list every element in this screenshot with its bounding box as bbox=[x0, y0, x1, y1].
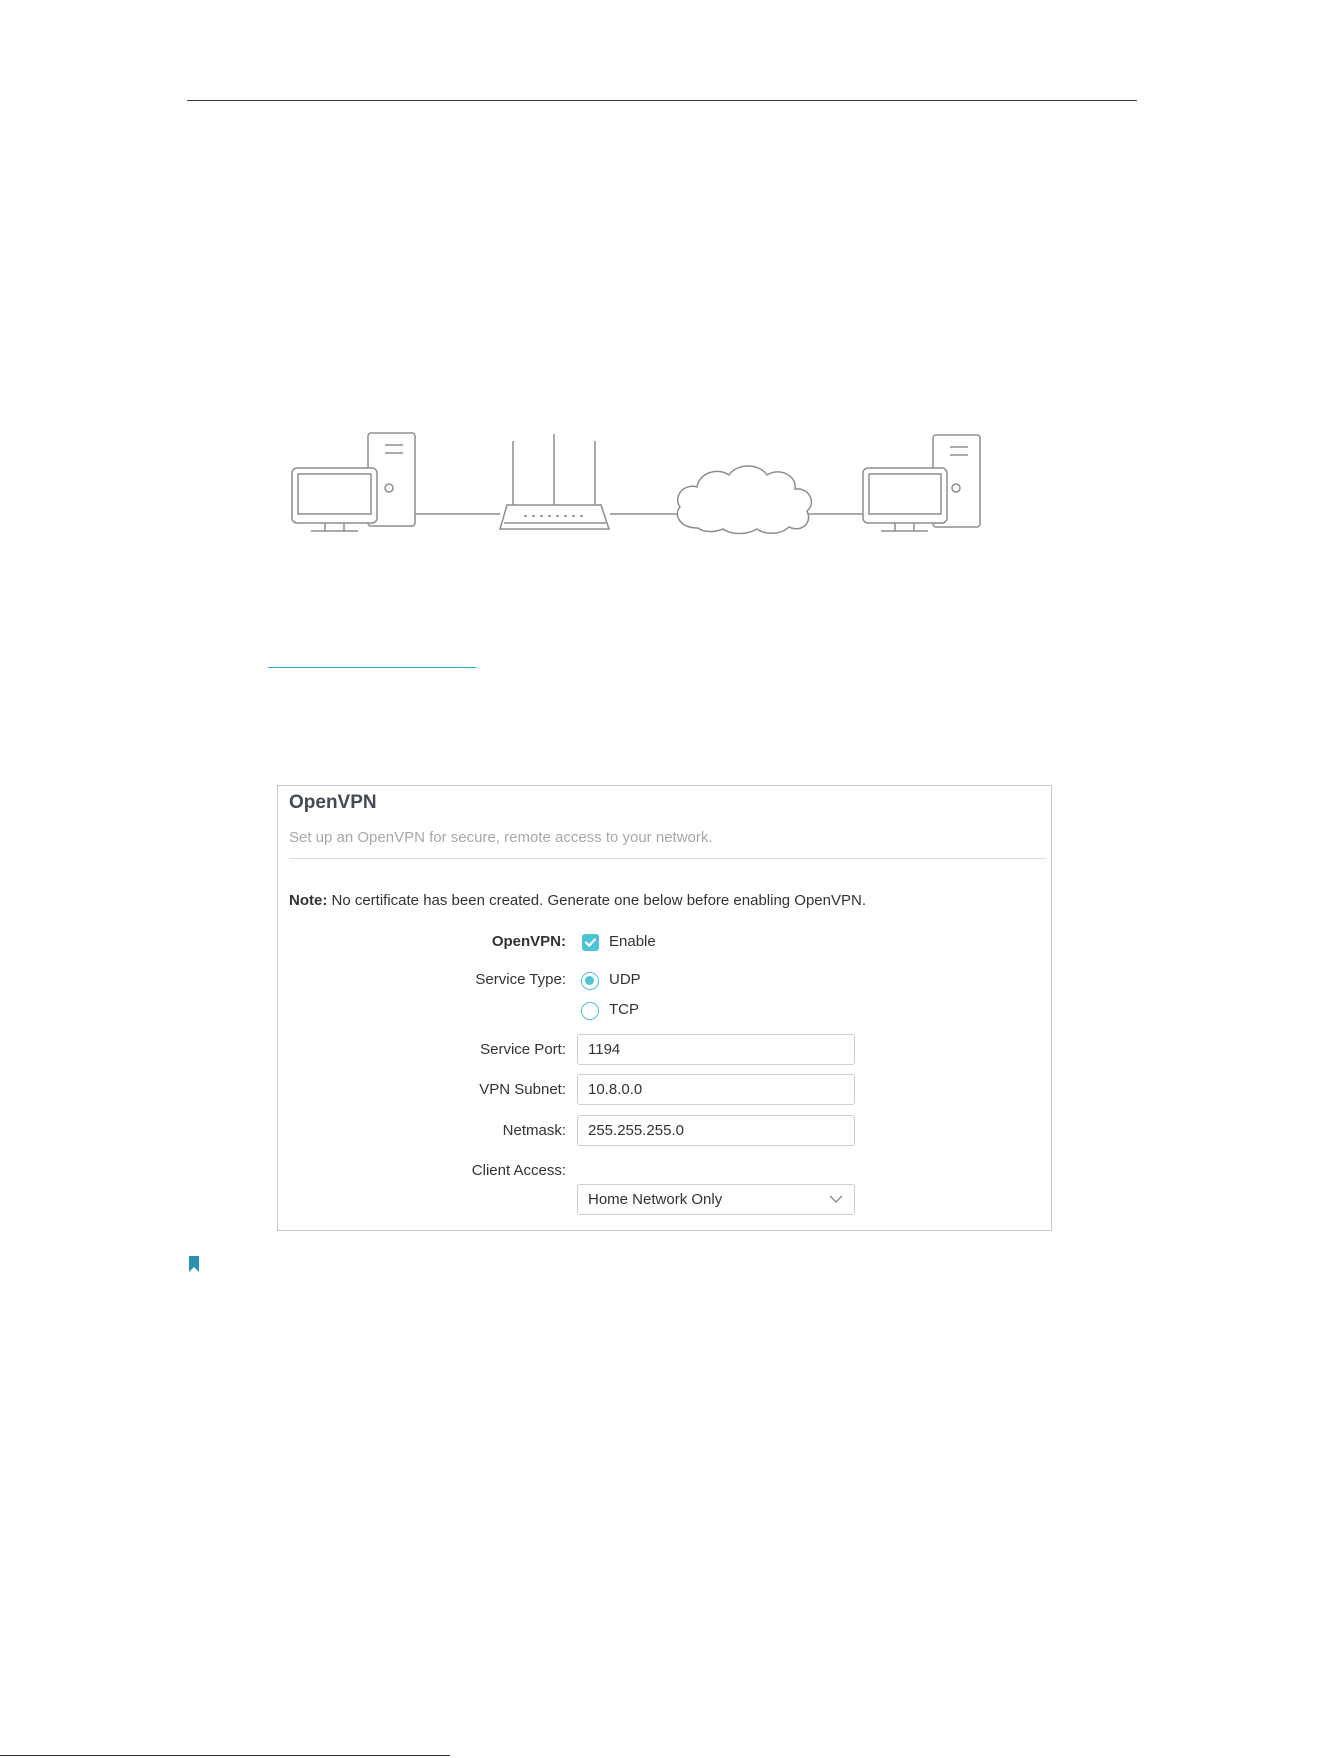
check-icon bbox=[584, 938, 597, 947]
panel-subtitle: Set up an OpenVPN for secure, remote acc… bbox=[289, 829, 713, 846]
service-type-label: Service Type: bbox=[475, 971, 566, 988]
service-port-label: Service Port: bbox=[480, 1041, 566, 1058]
openvpn-panel: OpenVPN Set up an OpenVPN for secure, re… bbox=[277, 785, 1052, 1231]
note-label: Note: bbox=[289, 892, 328, 909]
radio-selected-dot bbox=[585, 976, 594, 985]
enable-label: Enable bbox=[609, 933, 656, 950]
openvpn-label: OpenVPN: bbox=[491, 933, 566, 950]
udp-label: UDP bbox=[609, 971, 641, 988]
client-access-label: Client Access: bbox=[471, 1162, 566, 1179]
vpn-subnet-input[interactable] bbox=[577, 1074, 855, 1105]
service-port-input[interactable] bbox=[577, 1034, 855, 1065]
note-message: No certificate has been created. Generat… bbox=[327, 892, 867, 909]
panel-title: OpenVPN bbox=[289, 792, 377, 813]
remote-computer-icon bbox=[862, 434, 981, 532]
header-rule bbox=[187, 100, 1137, 101]
panel-divider bbox=[289, 858, 1046, 859]
netmask-input[interactable] bbox=[577, 1115, 855, 1146]
tcp-radio[interactable] bbox=[581, 1002, 599, 1020]
netmask-label: Netmask: bbox=[502, 1122, 566, 1139]
internet-cloud-icon bbox=[676, 465, 813, 535]
client-access-select[interactable]: Home Network Only bbox=[577, 1184, 855, 1215]
network-diagram bbox=[291, 432, 981, 535]
chevron-down-icon bbox=[829, 1195, 843, 1204]
vpn-subnet-label: VPN Subnet: bbox=[479, 1081, 566, 1098]
bookmark-icon bbox=[189, 1256, 199, 1272]
client-access-value: Home Network Only bbox=[588, 1191, 723, 1208]
udp-radio[interactable] bbox=[581, 972, 599, 990]
note-text: Note: No certificate has been created. G… bbox=[289, 892, 866, 909]
tcp-label: TCP bbox=[609, 1001, 639, 1018]
footer-rule bbox=[0, 1755, 450, 1756]
enable-checkbox[interactable] bbox=[582, 934, 599, 951]
router-icon bbox=[499, 434, 611, 530]
link-underline[interactable] bbox=[268, 667, 476, 668]
local-computer-icon bbox=[291, 432, 416, 532]
